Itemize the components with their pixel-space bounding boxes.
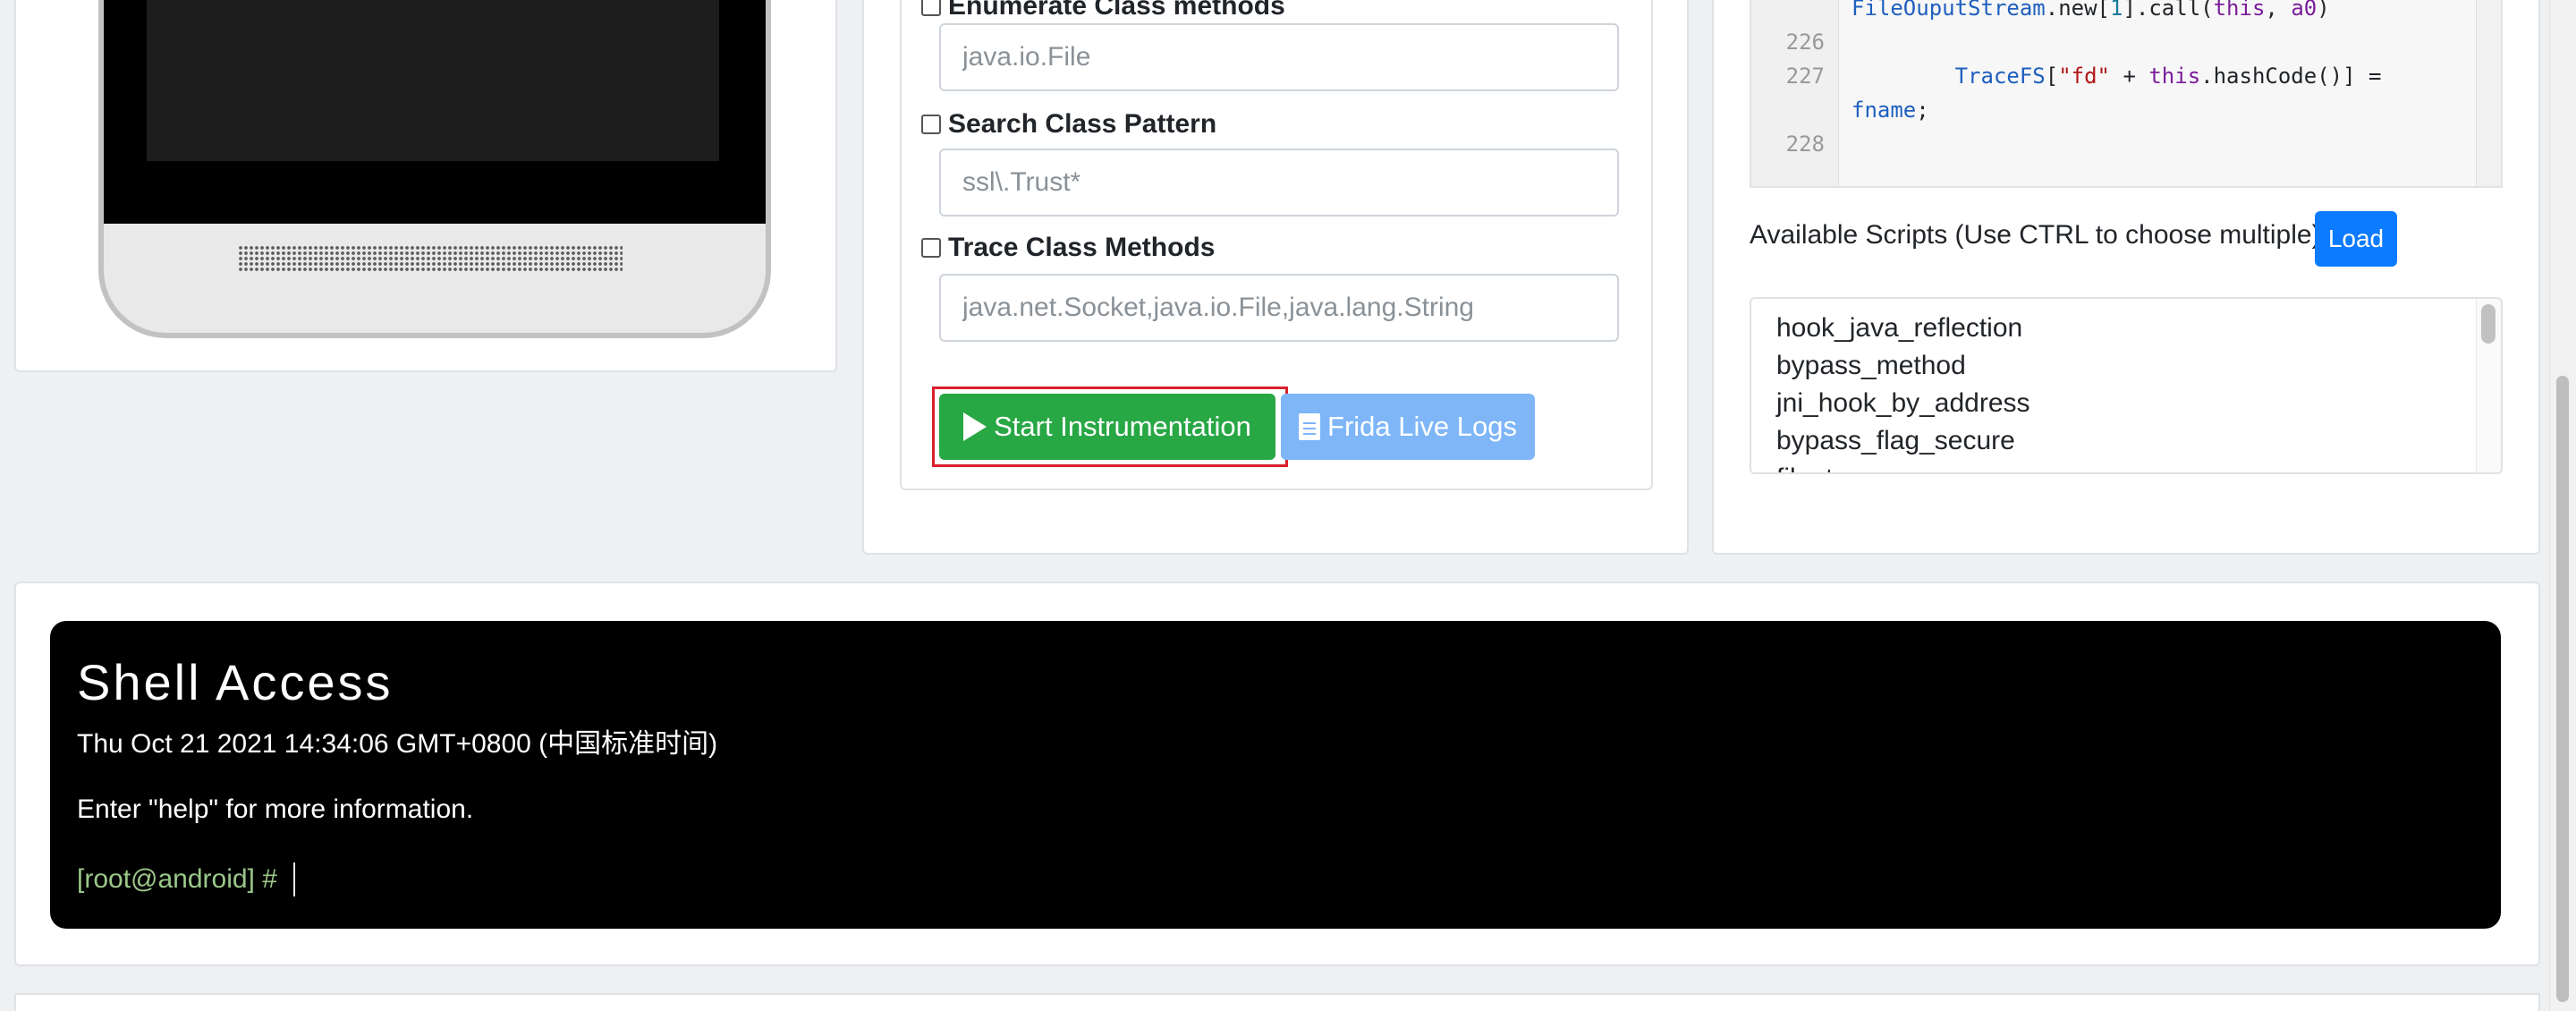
file-text-icon	[1299, 413, 1321, 440]
instrumentation-panel: Enumerate Class methods Search Class Pat…	[900, 0, 1653, 490]
play-icon	[963, 412, 987, 441]
line-number: 227	[1785, 64, 1825, 89]
shell-title: Shell Access	[77, 654, 394, 710]
device-preview-card	[14, 0, 837, 372]
trace-methods-input[interactable]	[939, 274, 1619, 342]
shell-card: Shell Access Thu Oct 21 2021 14:34:06 GM…	[14, 582, 2540, 966]
script-option[interactable]: bypass_flag_secure	[1751, 422, 2501, 460]
code-text: FileOuputStream.new[1].call(this, a0)	[1852, 0, 2330, 21]
next-card-edge	[14, 993, 2540, 1011]
shell-terminal[interactable]: Shell Access Thu Oct 21 2021 14:34:06 GM…	[50, 621, 2501, 929]
trace-checkbox[interactable]	[921, 238, 941, 258]
code-editor[interactable]: FileOuputStream.new[1].call(this, a0) 22…	[1750, 0, 2503, 188]
frida-live-logs-label: Frida Live Logs	[1327, 411, 1517, 442]
code-text: TraceFS["fd" + this.hashCode()] =	[1954, 64, 2382, 89]
code-line: FileOuputStream.new[1].call(this, a0)	[1751, 0, 2501, 25]
search-label: Search Class Pattern	[948, 109, 1217, 139]
available-scripts-label: Available Scripts (Use CTRL to choose mu…	[1750, 220, 2321, 250]
scripts-select-list[interactable]: hook_java_reflection bypass_method jni_h…	[1750, 297, 2503, 474]
instrumentation-card: Enumerate Class methods Search Class Pat…	[862, 0, 1689, 555]
search-row: Search Class Pattern	[921, 109, 1216, 140]
enumerate-row: Enumerate Class methods	[921, 0, 1285, 21]
trace-label: Trace Class Methods	[948, 233, 1216, 262]
code-text: fname;	[1852, 98, 1929, 123]
trace-row: Trace Class Methods	[921, 233, 1215, 263]
line-number: 226	[1785, 30, 1825, 55]
shell-cursor	[292, 862, 295, 896]
code-line: 226	[1751, 25, 2501, 59]
scripts-options: hook_java_reflection bypass_method jni_h…	[1751, 299, 2501, 472]
page-scroll-thumb[interactable]	[2556, 376, 2569, 1002]
enumerate-checkbox[interactable]	[921, 0, 941, 16]
phone-frame	[98, 0, 771, 338]
load-button[interactable]: Load	[2315, 211, 2397, 267]
scripts-card: FileOuputStream.new[1].call(this, a0) 22…	[1712, 0, 2540, 555]
frida-live-logs-button[interactable]: Frida Live Logs	[1281, 394, 1535, 460]
search-checkbox[interactable]	[921, 115, 941, 134]
editor-scrollbar[interactable]	[2476, 0, 2501, 186]
script-option[interactable]: hook_java_reflection	[1751, 310, 2501, 347]
shell-prompt-row[interactable]: [root@android] #	[77, 862, 295, 896]
script-option[interactable]: jni_hook_by_address	[1751, 385, 2501, 422]
scripts-list-scroll-thumb[interactable]	[2481, 304, 2496, 344]
phone-display	[147, 0, 719, 161]
search-pattern-input[interactable]	[939, 149, 1619, 217]
shell-prompt: [root@android] #	[77, 864, 277, 894]
line-number: 228	[1785, 132, 1825, 157]
page-scrollbar[interactable]	[2549, 0, 2576, 1011]
code-line: 227 TraceFS["fd" + this.hashCode()] =	[1751, 59, 2501, 93]
code-line: fname;	[1751, 93, 2501, 127]
phone-screen	[104, 0, 766, 224]
start-instrumentation-button[interactable]: Start Instrumentation	[939, 394, 1275, 460]
code-line: 228	[1751, 127, 2501, 161]
shell-date: Thu Oct 21 2021 14:34:06 GMT+0800 (中国标准时…	[77, 729, 718, 759]
enumerate-label: Enumerate Class methods	[948, 0, 1285, 21]
start-instrumentation-label: Start Instrumentation	[994, 411, 1251, 442]
script-option[interactable]: file_trace	[1751, 460, 2501, 472]
phone-speaker-grille	[238, 245, 623, 272]
script-option[interactable]: bypass_method	[1751, 347, 2501, 385]
enumerate-input[interactable]	[939, 23, 1619, 91]
scripts-list-scrollbar[interactable]	[2476, 299, 2501, 472]
shell-help-text: Enter "help" for more information.	[77, 794, 474, 824]
